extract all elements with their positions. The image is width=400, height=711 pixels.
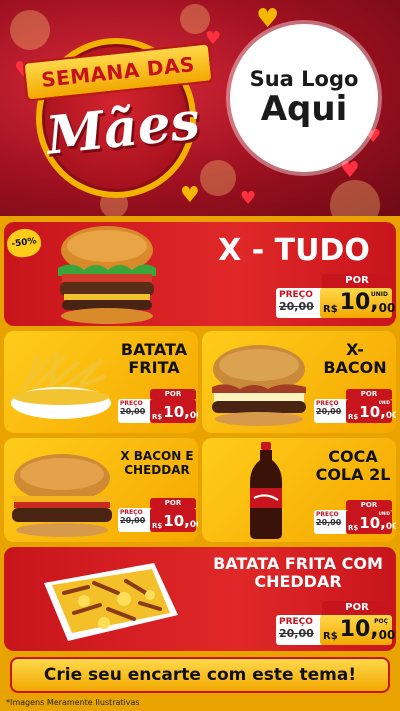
product-card-x-bacon: X-BACON POR PREÇO 20,00 R$ 10, 00 UNID [202, 331, 396, 433]
badge-top-text: SEMANA DAS [40, 52, 196, 92]
price-tag: POR PREÇO 20,00 R$ 10, 00 [118, 498, 198, 534]
por-label: POR [150, 389, 196, 399]
product-name: X - TUDO [218, 233, 370, 268]
price-tag: POR PREÇO 20,00 R$ 10, 00 POÇ [276, 601, 395, 647]
new-price: R$ 10, 00 UNID [320, 288, 395, 318]
new-price: R$ 10, 00 UNID [346, 510, 396, 534]
burger-image [212, 345, 306, 426]
product-name: X BACON E CHEDDAR [120, 449, 194, 477]
product-name: COCA COLA 2L [315, 447, 391, 485]
product-name: X-BACON [323, 340, 387, 378]
old-price: PREÇO 20,00 [276, 615, 322, 645]
price-tag: POR PREÇO 20,00 R$ 10, 00 [118, 389, 198, 425]
old-price: PREÇO 20,00 [276, 288, 322, 318]
cta-banner[interactable]: Crie seu encarte com este tema! [10, 657, 390, 693]
logo-line2: Aqui [260, 89, 348, 130]
old-price: PREÇO 20,00 [118, 399, 150, 423]
soda-bottle-image [250, 442, 282, 539]
heart-icon: ♥ [256, 4, 280, 34]
disclaimer-text: *Imagens Meramente Ilustrativas [6, 698, 140, 707]
price-tag: POR PREÇO 20,00 R$ 10, 00 UNID [314, 389, 396, 425]
product-card-x-tudo: X - TUDO POR PREÇO 20,00 R$ 10, 00 UNID [4, 222, 396, 326]
product-card-batata-frita: BATATA FRITA POR PREÇO 20,00 R$ 10, 00 [4, 331, 198, 433]
burger-image [12, 454, 112, 537]
header-banner: ♥ ♥ ♥ ♥ ♥ ♥ ♥ SEMANA DAS Mães Sua Logo A… [0, 0, 400, 216]
por-label: POR [346, 500, 392, 510]
semana-das-maes-badge: SEMANA DAS Mães [18, 30, 218, 200]
product-name: BATATA FRITA COM CHEDDAR [213, 554, 383, 592]
por-label: POR [322, 274, 392, 288]
heart-icon: ♥ [240, 188, 257, 209]
burger-image [58, 226, 156, 324]
por-label: POR [322, 601, 392, 615]
old-price: PREÇO 20,00 [314, 399, 346, 423]
logo-line1: Sua Logo [249, 67, 359, 92]
new-price: R$ 10, 00 UNID [346, 399, 396, 423]
new-price: R$ 10, 00 [150, 399, 198, 423]
price-tag: POR PREÇO 20,00 R$ 10, 00 UNID [276, 274, 395, 320]
new-price: R$ 10, 00 POÇ [320, 615, 395, 645]
product-name: BATATA FRITA [120, 340, 188, 378]
por-label: POR [150, 498, 196, 508]
old-price: PREÇO 20,00 [118, 508, 150, 532]
heart-icon: ♥ [340, 158, 360, 183]
product-card-coca-cola: COCA COLA 2L POR PREÇO 20,00 R$ 10, 00 U… [202, 438, 396, 542]
price-tag: POR PREÇO 20,00 R$ 10, 00 UNID [314, 500, 396, 536]
cheddar-fries-image [44, 563, 178, 641]
product-card-x-bacon-cheddar: X BACON E CHEDDAR POR PREÇO 20,00 R$ 10,… [4, 438, 198, 542]
por-label: POR [346, 389, 392, 399]
old-price: PREÇO 20,00 [314, 510, 346, 534]
fries-image [11, 351, 111, 419]
product-card-batata-cheddar: BATATA FRITA COM CHEDDAR POR PREÇO 20,00… [4, 547, 396, 651]
logo-placeholder: Sua Logo Aqui [230, 24, 378, 172]
new-price: R$ 10, 00 [150, 508, 198, 532]
